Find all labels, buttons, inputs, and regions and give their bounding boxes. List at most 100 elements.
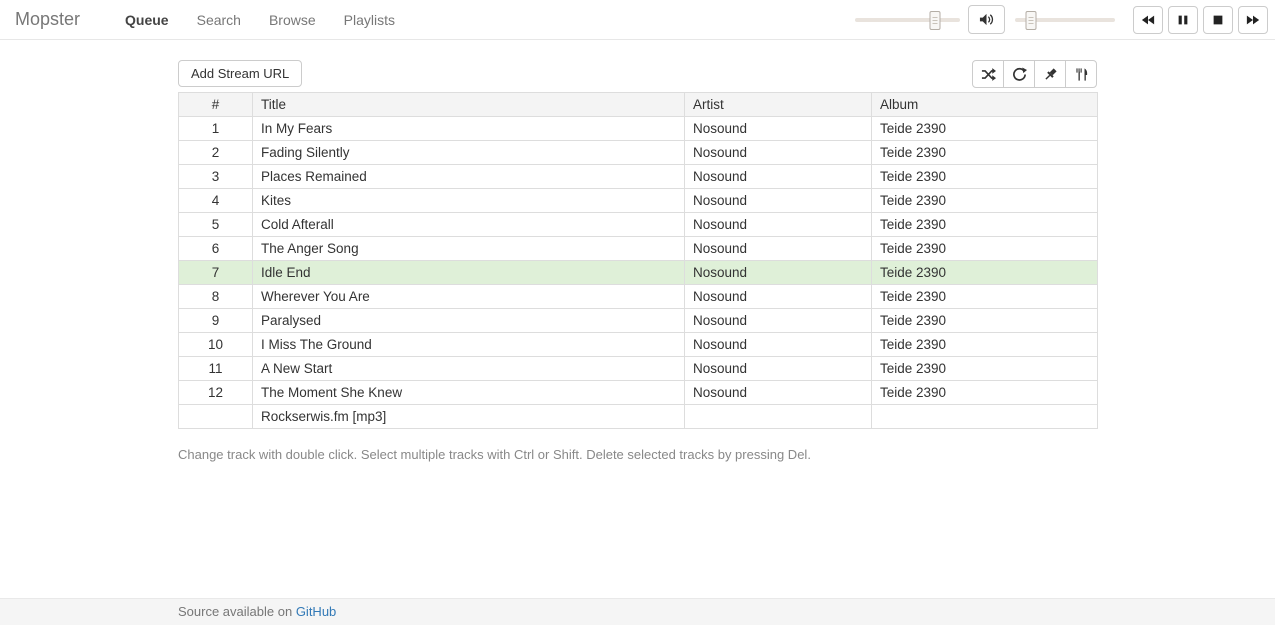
repeat-icon bbox=[1012, 67, 1027, 82]
queue-page: Add Stream URL bbox=[178, 40, 1097, 462]
mute-button[interactable] bbox=[968, 5, 1005, 34]
seek-slider-handle[interactable] bbox=[929, 11, 940, 30]
track-number: 7 bbox=[179, 261, 253, 285]
track-album bbox=[872, 405, 1098, 429]
column-header-album: Album bbox=[872, 93, 1098, 117]
single-button[interactable] bbox=[1034, 60, 1066, 88]
track-title: I Miss The Ground bbox=[253, 333, 685, 357]
track-artist: Nosound bbox=[685, 357, 872, 381]
track-album: Teide 2390 bbox=[872, 165, 1098, 189]
track-title: Idle End bbox=[253, 261, 685, 285]
track-album: Teide 2390 bbox=[872, 141, 1098, 165]
volume-slider[interactable] bbox=[1015, 6, 1115, 34]
consume-button[interactable] bbox=[1065, 60, 1097, 88]
track-number: 9 bbox=[179, 309, 253, 333]
track-title: The Moment She Knew bbox=[253, 381, 685, 405]
seek-slider-track bbox=[855, 18, 960, 22]
table-row[interactable]: 12 The Moment She Knew Nosound Teide 239… bbox=[179, 381, 1098, 405]
track-album: Teide 2390 bbox=[872, 357, 1098, 381]
forward-icon bbox=[1246, 13, 1260, 27]
repeat-button[interactable] bbox=[1003, 60, 1035, 88]
track-artist: Nosound bbox=[685, 381, 872, 405]
table-row[interactable]: Rockserwis.fm [mp3] bbox=[179, 405, 1098, 429]
volume-up-icon bbox=[979, 12, 994, 27]
track-artist: Nosound bbox=[685, 213, 872, 237]
track-album: Teide 2390 bbox=[872, 309, 1098, 333]
track-number: 1 bbox=[179, 117, 253, 141]
github-link[interactable]: GitHub bbox=[296, 604, 336, 619]
table-row[interactable]: 9 Paralysed Nosound Teide 2390 bbox=[179, 309, 1098, 333]
pause-button[interactable] bbox=[1168, 6, 1198, 34]
nav-item-search[interactable]: Search bbox=[183, 12, 255, 28]
column-header-artist: Artist bbox=[685, 93, 872, 117]
track-artist: Nosound bbox=[685, 189, 872, 213]
usage-hint: Change track with double click. Select m… bbox=[178, 447, 1097, 462]
table-row[interactable]: 10 I Miss The Ground Nosound Teide 2390 bbox=[179, 333, 1098, 357]
table-row[interactable]: 2 Fading Silently Nosound Teide 2390 bbox=[179, 141, 1098, 165]
track-number: 5 bbox=[179, 213, 253, 237]
track-number: 10 bbox=[179, 333, 253, 357]
next-button[interactable] bbox=[1238, 6, 1268, 34]
nav-item-playlists[interactable]: Playlists bbox=[330, 12, 409, 28]
seek-slider[interactable] bbox=[855, 6, 960, 34]
column-header-title: Title bbox=[253, 93, 685, 117]
queue-toolbar: Add Stream URL bbox=[178, 60, 1097, 88]
track-album: Teide 2390 bbox=[872, 117, 1098, 141]
table-row[interactable]: 7 Idle End Nosound Teide 2390 bbox=[179, 261, 1098, 285]
track-title: Places Remained bbox=[253, 165, 685, 189]
previous-button[interactable] bbox=[1133, 6, 1163, 34]
playback-options bbox=[972, 60, 1097, 88]
table-header-row: # Title Artist Album bbox=[179, 93, 1098, 117]
track-artist: Nosound bbox=[685, 237, 872, 261]
footer-text: Source available on bbox=[178, 604, 296, 619]
track-artist: Nosound bbox=[685, 309, 872, 333]
stop-icon bbox=[1211, 13, 1225, 27]
track-number bbox=[179, 405, 253, 429]
shuffle-icon bbox=[981, 67, 996, 82]
track-title: Cold Afterall bbox=[253, 213, 685, 237]
add-stream-url-button[interactable]: Add Stream URL bbox=[178, 60, 302, 87]
track-artist: Nosound bbox=[685, 117, 872, 141]
track-title: Paralysed bbox=[253, 309, 685, 333]
track-artist: Nosound bbox=[685, 141, 872, 165]
track-album: Teide 2390 bbox=[872, 189, 1098, 213]
track-number: 6 bbox=[179, 237, 253, 261]
table-row[interactable]: 6 The Anger Song Nosound Teide 2390 bbox=[179, 237, 1098, 261]
table-row[interactable]: 8 Wherever You Are Nosound Teide 2390 bbox=[179, 285, 1098, 309]
track-album: Teide 2390 bbox=[872, 213, 1098, 237]
pause-icon bbox=[1176, 13, 1190, 27]
column-header-number: # bbox=[179, 93, 253, 117]
track-title: Rockserwis.fm [mp3] bbox=[253, 405, 685, 429]
track-number: 11 bbox=[179, 357, 253, 381]
nav-item-queue[interactable]: Queue bbox=[111, 12, 183, 28]
table-row[interactable]: 1 In My Fears Nosound Teide 2390 bbox=[179, 117, 1098, 141]
table-row[interactable]: 4 Kites Nosound Teide 2390 bbox=[179, 189, 1098, 213]
footer: Source available on GitHub bbox=[0, 598, 1275, 625]
table-row[interactable]: 11 A New Start Nosound Teide 2390 bbox=[179, 357, 1098, 381]
track-album: Teide 2390 bbox=[872, 333, 1098, 357]
track-artist: Nosound bbox=[685, 333, 872, 357]
pushpin-icon bbox=[1043, 67, 1058, 82]
table-row[interactable]: 5 Cold Afterall Nosound Teide 2390 bbox=[179, 213, 1098, 237]
track-artist: Nosound bbox=[685, 165, 872, 189]
track-title: The Anger Song bbox=[253, 237, 685, 261]
navbar: Mopster Queue Search Browse Playlists bbox=[0, 0, 1275, 40]
stop-button[interactable] bbox=[1203, 6, 1233, 34]
nav-item-browse[interactable]: Browse bbox=[255, 12, 330, 28]
track-album: Teide 2390 bbox=[872, 261, 1098, 285]
main-nav: Queue Search Browse Playlists bbox=[111, 12, 409, 28]
shuffle-button[interactable] bbox=[972, 60, 1004, 88]
brand[interactable]: Mopster bbox=[0, 9, 95, 30]
volume-slider-handle[interactable] bbox=[1026, 11, 1037, 30]
track-artist: Nosound bbox=[685, 285, 872, 309]
track-title: Kites bbox=[253, 189, 685, 213]
track-album: Teide 2390 bbox=[872, 237, 1098, 261]
table-row[interactable]: 3 Places Remained Nosound Teide 2390 bbox=[179, 165, 1098, 189]
track-number: 3 bbox=[179, 165, 253, 189]
track-number: 8 bbox=[179, 285, 253, 309]
track-album: Teide 2390 bbox=[872, 285, 1098, 309]
track-number: 12 bbox=[179, 381, 253, 405]
track-title: In My Fears bbox=[253, 117, 685, 141]
track-title: Fading Silently bbox=[253, 141, 685, 165]
track-number: 2 bbox=[179, 141, 253, 165]
